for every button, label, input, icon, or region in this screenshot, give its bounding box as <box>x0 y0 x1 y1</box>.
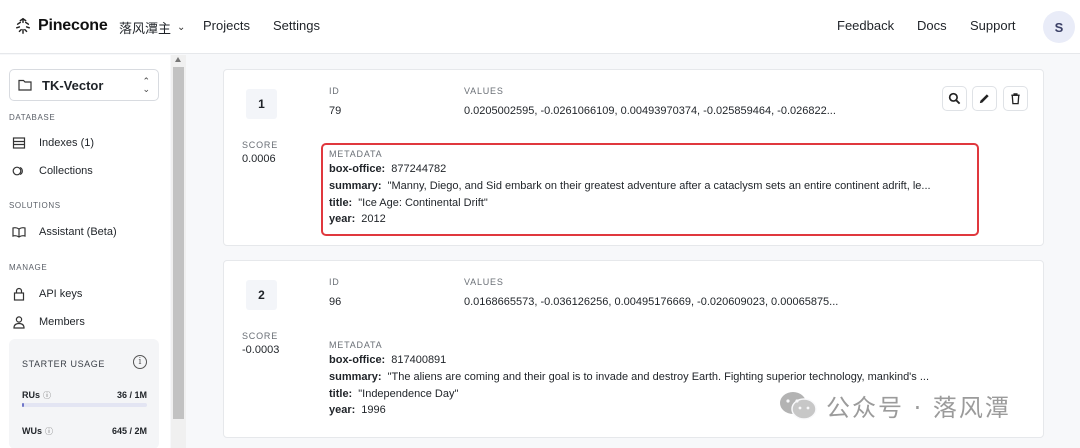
chevron-updown-icon: ⌃ ⌄ <box>142 76 150 94</box>
score-label: SCORE <box>242 331 279 341</box>
values-label: VALUES <box>464 86 504 96</box>
metadata-highlight-box <box>321 143 979 236</box>
query-button[interactable] <box>942 86 967 111</box>
wechat-watermark: 公众号 · 落风潭 <box>778 388 1011 423</box>
wechat-icon <box>780 391 817 420</box>
rus-value: 36 / 1M <box>116 390 147 400</box>
watermark-text: 公众号 · 落风潭 <box>826 394 1011 422</box>
id-label: ID <box>329 86 340 96</box>
scroll-up-icon[interactable] <box>175 57 181 62</box>
pencil-icon <box>979 94 989 104</box>
project-name: TK-Vector <box>42 77 104 93</box>
chevron-down-icon: ⌄ <box>177 22 186 33</box>
nav-settings[interactable]: Settings <box>273 18 320 33</box>
id-value: 79 <box>329 105 342 117</box>
values-value: 0.0168665573, -0.036126256, 0.0049517666… <box>464 296 839 308</box>
pinecone-logo[interactable]: Pinecone <box>14 17 108 35</box>
section-manage: MANAGE <box>9 263 48 272</box>
metadata-year: year: 1996 <box>329 404 386 416</box>
result-rank: 1 <box>246 89 277 119</box>
edit-button[interactable] <box>972 86 997 111</box>
result-rank: 2 <box>246 280 277 310</box>
values-label: VALUES <box>464 277 504 287</box>
rus-label: RUs ⓘ <box>22 390 52 400</box>
score-value: -0.0003 <box>242 344 280 356</box>
section-solutions: SOLUTIONS <box>9 201 61 210</box>
sidebar-item-label: Assistant (Beta) <box>39 226 117 238</box>
nav-docs[interactable]: Docs <box>917 18 947 33</box>
sidebar-item-api-keys[interactable]: API keys <box>12 287 82 301</box>
id-value: 96 <box>329 296 342 308</box>
info-icon[interactable]: i <box>133 355 147 369</box>
search-icon <box>948 92 961 105</box>
values-value: 0.0205002595, -0.0261066109, 0.004939703… <box>464 105 836 117</box>
info-icon[interactable]: ⓘ <box>45 427 53 436</box>
wus-value: 645 / 2M <box>111 426 147 436</box>
sidebar-item-indexes[interactable]: Indexes (1) <box>12 136 94 150</box>
rus-progress-bar <box>22 403 147 407</box>
sidebar-scrollbar[interactable] <box>171 55 186 448</box>
logo-text: Pinecone <box>38 17 108 34</box>
lock-icon <box>13 287 25 301</box>
id-label: ID <box>329 277 340 287</box>
usage-rus: RUs ⓘ 36 / 1M <box>22 390 147 407</box>
wus-label: WUs ⓘ <box>22 426 53 436</box>
usage-panel: STARTER USAGE i RUs ⓘ 36 / 1M WUs ⓘ 645 / … <box>9 339 159 448</box>
scrollbar-thumb[interactable] <box>173 67 184 419</box>
section-database: DATABASE <box>9 113 56 122</box>
sidebar-item-members[interactable]: Members <box>12 315 85 329</box>
sidebar-item-label: Indexes (1) <box>39 137 95 149</box>
org-selector[interactable]: 落风潭主 ⌄ <box>119 18 185 37</box>
project-selector[interactable]: TK-Vector ⌃ ⌄ <box>9 69 159 101</box>
sidebar-item-label: Members <box>39 316 85 328</box>
top-bar: Pinecone 落风潭主 ⌄ Projects Settings Feedba… <box>0 0 1080 54</box>
usage-wus: WUs ⓘ 645 / 2M <box>22 426 147 437</box>
nav-feedback[interactable]: Feedback <box>837 18 894 33</box>
metadata-title: title: "Independence Day" <box>329 388 459 400</box>
score-value: 0.0006 <box>242 153 276 165</box>
nav-projects[interactable]: Projects <box>203 18 250 33</box>
nav-support[interactable]: Support <box>970 18 1016 33</box>
sidebar-item-assistant[interactable]: Assistant (Beta) <box>12 225 117 239</box>
sidebar-item-label: API keys <box>39 288 83 300</box>
trash-icon <box>1011 93 1020 105</box>
score-label: SCORE <box>242 140 279 150</box>
sidebar-item-collections[interactable]: Collections <box>12 164 93 178</box>
pinecone-logo-icon <box>15 17 31 34</box>
info-icon[interactable]: ⓘ <box>43 391 51 400</box>
metadata-box-office: box-office: 817400891 <box>329 354 447 366</box>
sidebar-item-label: Collections <box>39 165 93 177</box>
metadata-summary: summary: "The aliens are coming and their… <box>329 371 930 383</box>
collections-icon <box>12 166 23 176</box>
person-icon <box>13 316 25 329</box>
result-card: 1 ID 79 VALUES 0.0205002595, -0.02610661… <box>223 69 1044 246</box>
metadata-label: METADATA <box>329 340 383 350</box>
rus-progress-fill <box>22 403 24 407</box>
delete-button[interactable] <box>1003 86 1028 111</box>
folder-icon <box>18 79 32 91</box>
book-icon <box>12 227 26 238</box>
usage-title: STARTER USAGE <box>22 359 105 369</box>
avatar[interactable]: S <box>1043 11 1075 43</box>
org-name: 落风潭主 <box>119 21 172 36</box>
indexes-icon <box>12 137 26 149</box>
sidebar: TK-Vector ⌃ ⌄ DATABASE Indexes (1) Collec… <box>0 55 170 448</box>
